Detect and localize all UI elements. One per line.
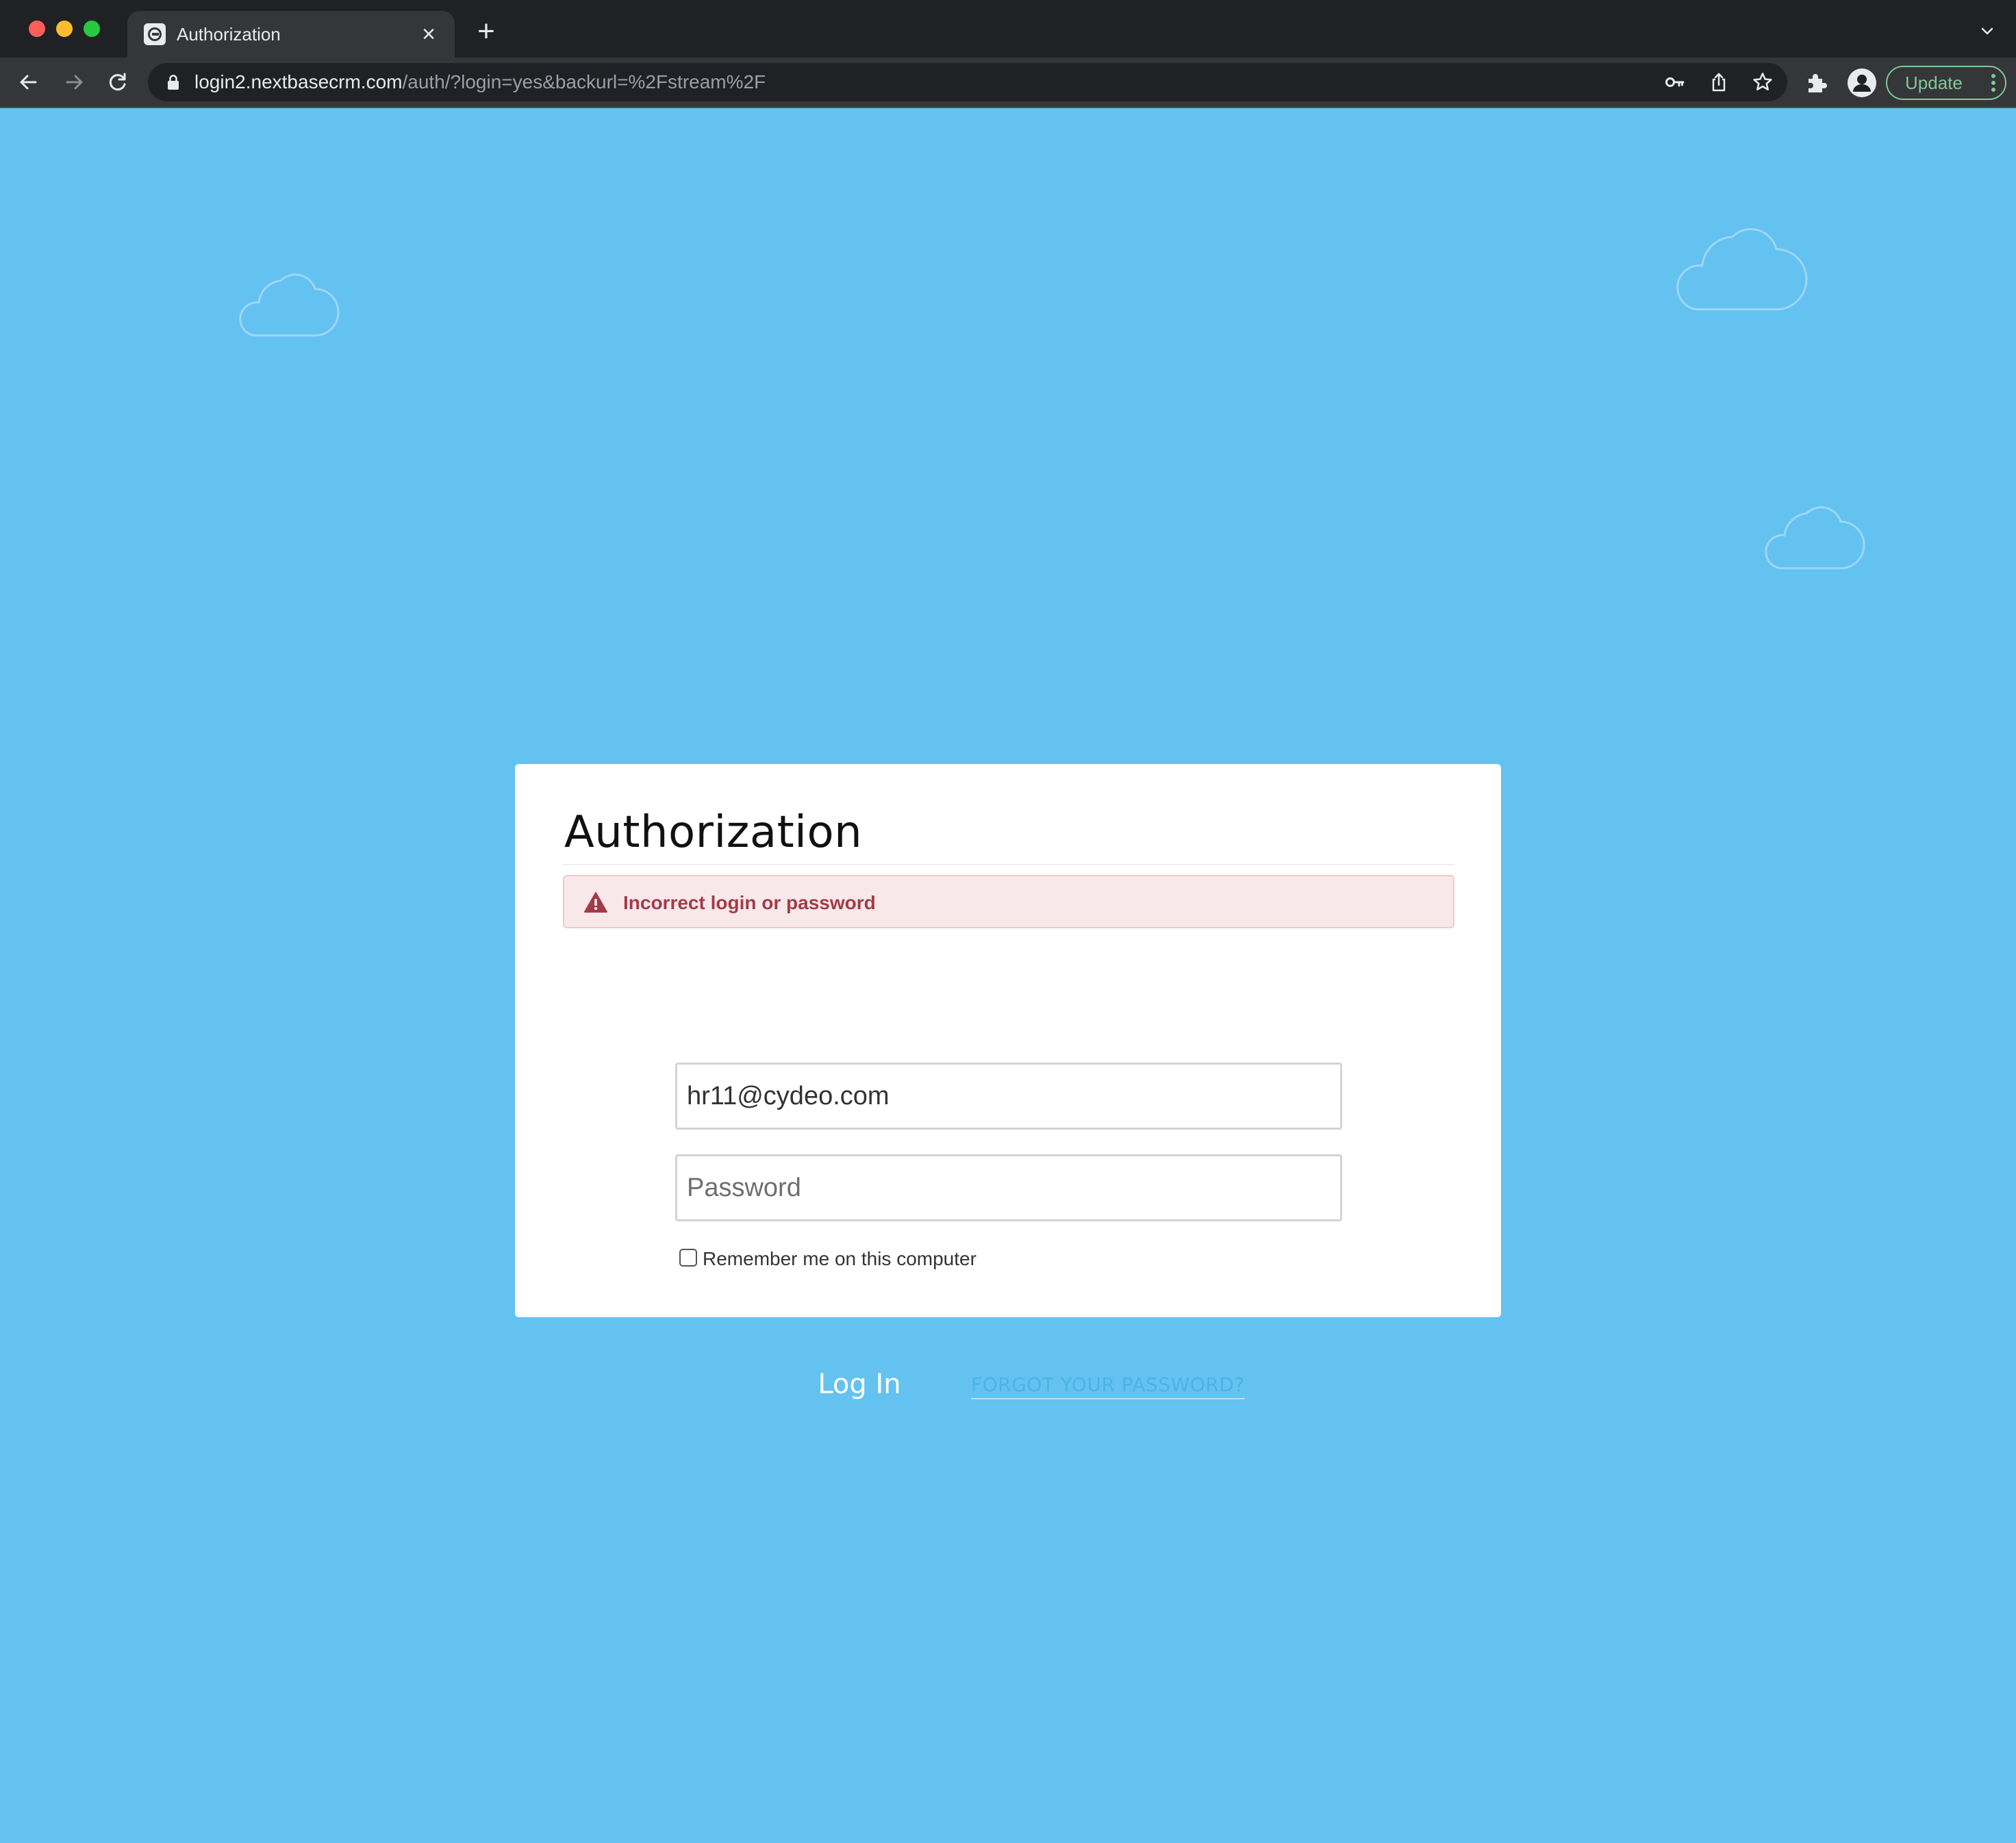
extensions-puzzle-icon[interactable] — [1805, 71, 1828, 94]
update-button[interactable]: Update — [1886, 66, 2006, 100]
error-alert: Incorrect login or password — [563, 875, 1454, 928]
address-bar[interactable]: login2.nextbasecrm.com/auth/?login=yes&b… — [148, 63, 1787, 101]
key-icon[interactable] — [1664, 71, 1686, 93]
share-icon[interactable] — [1708, 71, 1730, 93]
profile-avatar-icon[interactable] — [1848, 68, 1876, 97]
browser-title-bar: Authorization × + — [0, 0, 2016, 58]
title-divider — [563, 864, 1454, 865]
update-label: Update — [1905, 73, 1963, 93]
cloud-decoration-icon — [239, 273, 340, 337]
login-email-field[interactable] — [675, 1063, 1342, 1130]
tab-title: Authorization — [177, 24, 281, 45]
url-text[interactable]: login2.nextbasecrm.com/auth/?login=yes&b… — [194, 71, 766, 93]
cloud-decoration-icon — [1676, 228, 1808, 311]
page-title: Authorization — [564, 807, 863, 858]
cloud-decoration-icon — [1765, 506, 1865, 570]
login-card: Authorization Incorrect login or passwor… — [515, 764, 1501, 1413]
url-host: login2.nextbasecrm.com — [194, 71, 403, 92]
minimize-window-button[interactable] — [56, 21, 73, 37]
browser-toolbar: login2.nextbasecrm.com/auth/?login=yes&b… — [0, 58, 2016, 107]
tab-search-chevron-icon[interactable] — [1979, 23, 1995, 40]
bookmark-star-icon[interactable] — [1752, 71, 1774, 93]
more-menu-icon[interactable] — [1991, 74, 1995, 92]
log-in-button[interactable]: Log In — [775, 1356, 944, 1413]
browser-tab[interactable]: Authorization × — [127, 11, 455, 58]
tab-close-icon[interactable]: × — [415, 21, 442, 48]
back-arrow-icon[interactable] — [14, 67, 44, 97]
new-tab-button[interactable]: + — [471, 16, 501, 48]
maximize-window-button[interactable] — [84, 21, 100, 37]
remember-me-checkbox[interactable] — [679, 1249, 697, 1267]
page-viewport: Authorization Incorrect login or passwor… — [0, 108, 2016, 1843]
close-window-button[interactable] — [29, 21, 45, 37]
nextbase-logo-icon — [144, 23, 166, 45]
password-field[interactable] — [675, 1154, 1342, 1221]
url-path: /auth/?login=yes&backurl=%2Fstream%2F — [402, 71, 766, 92]
warning-triangle-icon — [584, 892, 607, 913]
forward-arrow-icon[interactable] — [59, 67, 89, 97]
remember-me-label[interactable]: Remember me on this computer — [703, 1247, 977, 1271]
lock-icon[interactable] — [166, 74, 181, 90]
forgot-password-link[interactable]: FORGOT YOUR PASSWORD? — [971, 1373, 1245, 1399]
reload-icon[interactable] — [103, 67, 133, 97]
error-message: Incorrect login or password — [623, 892, 876, 913]
